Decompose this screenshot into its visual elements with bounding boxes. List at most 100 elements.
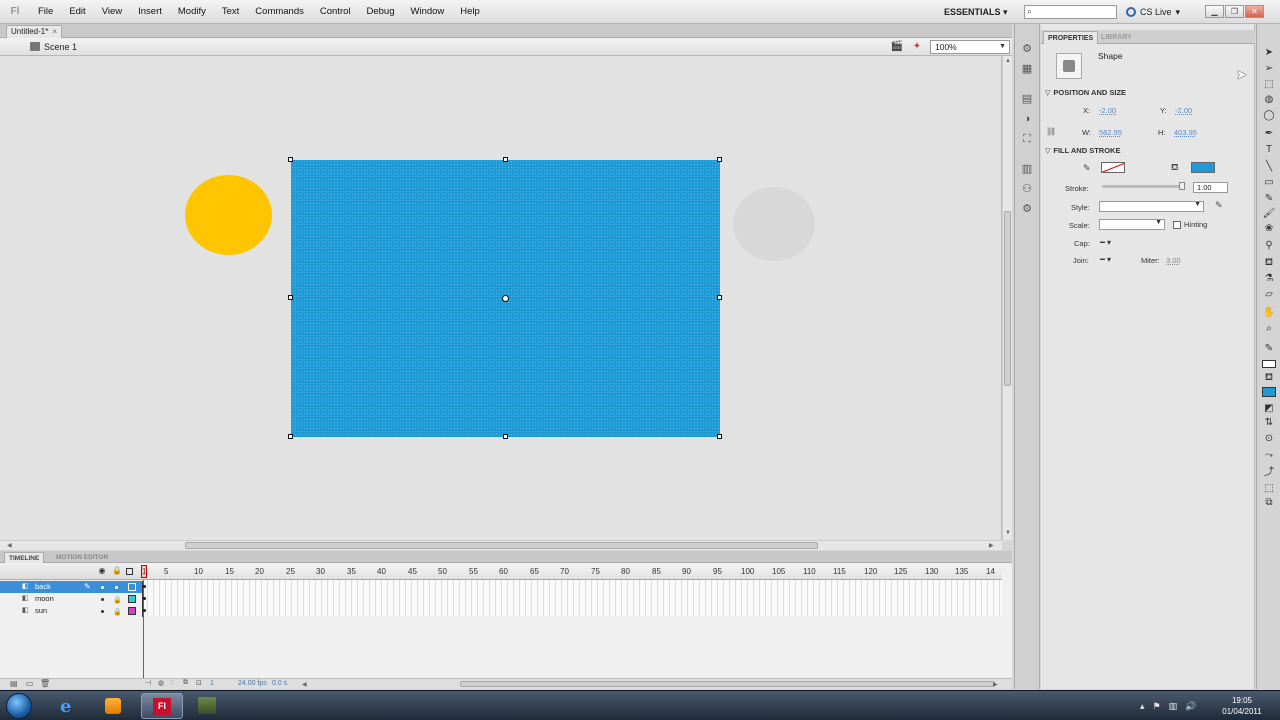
swap-colors-icon[interactable]: ⇅ xyxy=(1261,416,1277,430)
tray-expand-icon[interactable]: ▴ xyxy=(1140,701,1145,712)
eye-icon[interactable]: ◉ xyxy=(98,567,106,575)
text-tool-icon[interactable]: T xyxy=(1261,143,1277,157)
layer-row-moon[interactable]: ◧ moon 🔒 xyxy=(0,593,142,605)
menu-window[interactable]: Window xyxy=(403,0,453,24)
scroll-down-icon[interactable]: ▼ xyxy=(1005,530,1011,536)
menu-help[interactable]: Help xyxy=(452,0,488,24)
stage-horizontal-scrollbar[interactable]: ◀ ▶ xyxy=(0,540,1002,550)
tab-properties[interactable]: PROPERTIES xyxy=(1043,31,1099,44)
menu-edit[interactable]: Edit xyxy=(61,0,93,24)
keyframe[interactable] xyxy=(142,605,147,617)
zoom-select[interactable]: 100% ▼ xyxy=(930,40,1010,54)
close-tab-icon[interactable]: × xyxy=(52,26,57,38)
maximize-button[interactable]: ❐ xyxy=(1225,5,1244,18)
menu-control[interactable]: Control xyxy=(312,0,359,24)
chain-link-icon[interactable]: ⛓ xyxy=(1046,128,1056,136)
subselection-tool-icon[interactable]: ➢ xyxy=(1261,62,1277,76)
hand-tool-icon[interactable]: ✋ xyxy=(1261,306,1277,320)
close-button[interactable]: ✕ xyxy=(1245,5,1264,18)
tab-timeline[interactable]: TIMELINE xyxy=(4,552,45,563)
center-frame-icon[interactable]: ⊣ xyxy=(145,679,151,687)
menu-text[interactable]: Text xyxy=(214,0,247,24)
rectangle-tool-icon[interactable]: ▭ xyxy=(1261,176,1277,190)
layer-row-back[interactable]: ◧ back ✎ xyxy=(0,581,142,593)
scroll-right-icon[interactable]: ▶ xyxy=(989,542,994,549)
layer-outline-color[interactable] xyxy=(128,607,136,615)
y-value[interactable]: -2.00 xyxy=(1175,106,1192,115)
edit-symbols-icon[interactable]: ✦ xyxy=(910,41,924,53)
document-tab[interactable]: Untitled-1* × xyxy=(6,25,63,38)
resize-handle-top[interactable] xyxy=(503,157,508,162)
info-icon[interactable]: ◑ xyxy=(1020,112,1034,126)
scroll-up-icon[interactable]: ▲ xyxy=(1005,58,1011,64)
stroke-style-select[interactable]: ▼ xyxy=(1099,201,1204,212)
resize-handle-bottom-left[interactable] xyxy=(288,434,293,439)
taskbar-flash[interactable]: Fl xyxy=(141,693,183,719)
transform-icon[interactable]: ⛶ xyxy=(1020,132,1034,146)
straighten-icon[interactable]: ⤴ xyxy=(1261,466,1277,480)
paint-bucket-tool-icon[interactable]: ⛾ xyxy=(1261,256,1277,270)
lock-dot[interactable] xyxy=(115,586,118,589)
scroll-right-icon[interactable]: ▶ xyxy=(993,681,998,688)
color-icon[interactable]: ▦ xyxy=(1020,62,1034,76)
black-white-icon[interactable]: ◩ xyxy=(1261,402,1277,416)
selection-tool-icon[interactable]: ➤ xyxy=(1261,46,1277,60)
fill-color-swatch[interactable] xyxy=(1191,162,1215,173)
snap-to-objects-icon[interactable]: ⊙ xyxy=(1261,432,1277,446)
h-value[interactable]: 403.95 xyxy=(1174,128,1197,137)
fill-color-chip[interactable] xyxy=(1262,387,1276,397)
delete-layer-icon[interactable]: 🗑 xyxy=(40,679,50,688)
onion-markers-icon[interactable]: ⊡ xyxy=(196,679,202,687)
layer-outline-color[interactable] xyxy=(128,583,136,591)
frame-ruler[interactable]: 1 5 10 15 20 25 30 35 40 45 50 55 60 65 … xyxy=(142,563,1002,580)
new-layer-icon[interactable]: ▤ xyxy=(10,679,18,688)
flag-icon[interactable]: ⚑ xyxy=(1153,701,1161,712)
menu-view[interactable]: View xyxy=(94,0,130,24)
lock-icon[interactable]: 🔒 xyxy=(112,567,122,575)
align-icon[interactable]: ▤ xyxy=(1020,92,1034,106)
tab-library[interactable]: LIBRARY xyxy=(1097,31,1136,44)
taskbar-app[interactable] xyxy=(186,693,228,719)
miter-value[interactable]: 3.00 xyxy=(1166,256,1181,265)
scroll-left-icon[interactable]: ◀ xyxy=(7,542,12,549)
horizontal-scroll-thumb[interactable] xyxy=(185,542,818,549)
menu-modify[interactable]: Modify xyxy=(170,0,214,24)
workspace-switcher[interactable]: ESSENTIALS ▾ xyxy=(936,4,1016,20)
taskbar-internet-explorer[interactable]: e xyxy=(48,693,90,719)
deco-tool-icon[interactable]: ❀ xyxy=(1261,222,1277,236)
resize-handle-bottom[interactable] xyxy=(503,434,508,439)
layer-outline-color[interactable] xyxy=(128,595,136,603)
edit-multiple-frames-icon[interactable]: ⧉ xyxy=(183,679,188,687)
visibility-dot[interactable] xyxy=(101,598,104,601)
zoom-tool-icon[interactable]: ⌕ xyxy=(1261,322,1277,336)
timeline-scroll-thumb[interactable] xyxy=(460,681,995,687)
brush-tool-icon[interactable]: 🖌 xyxy=(1261,207,1277,221)
resize-handle-top-left[interactable] xyxy=(288,157,293,162)
scale-select[interactable]: ▼ xyxy=(1099,219,1165,230)
resize-handle-top-right[interactable] xyxy=(717,157,722,162)
windows-start-button[interactable] xyxy=(6,693,32,719)
3d-rotation-tool-icon[interactable]: ◍ xyxy=(1261,93,1277,107)
minimize-button[interactable]: ▁ xyxy=(1205,5,1224,18)
playhead[interactable] xyxy=(141,565,147,578)
frames-grid[interactable] xyxy=(142,580,1002,616)
stage-vertical-scrollbar[interactable]: ▲ ▼ xyxy=(1002,56,1012,540)
join-select[interactable]: ━ ▾ xyxy=(1100,255,1111,264)
fill-color-bucket-icon[interactable]: ⛾ xyxy=(1261,371,1277,385)
menu-debug[interactable]: Debug xyxy=(359,0,403,24)
tab-motion-editor[interactable]: MOTION EDITOR xyxy=(52,552,112,563)
sun-shape[interactable] xyxy=(185,175,272,255)
eyedropper-tool-icon[interactable]: ⚗ xyxy=(1261,272,1277,286)
fill-stroke-section-header[interactable]: ▽ FILL AND STROKE xyxy=(1045,144,1253,157)
resize-handle-right[interactable] xyxy=(717,295,722,300)
cap-select[interactable]: ━ ▾ xyxy=(1100,238,1111,247)
moon-shape[interactable] xyxy=(733,187,815,261)
stroke-color-chip[interactable] xyxy=(1262,360,1276,368)
onion-skin-icon[interactable]: ◍ xyxy=(158,679,164,687)
stroke-width-slider[interactable] xyxy=(1102,185,1182,188)
edit-style-pencil-icon[interactable]: ✎ xyxy=(1215,200,1223,211)
transform-point[interactable] xyxy=(502,295,509,302)
stroke-width-input[interactable]: 1.00 xyxy=(1193,182,1228,193)
edit-scene-icon[interactable]: 🎬 xyxy=(890,41,904,53)
visibility-dot[interactable] xyxy=(101,610,104,613)
